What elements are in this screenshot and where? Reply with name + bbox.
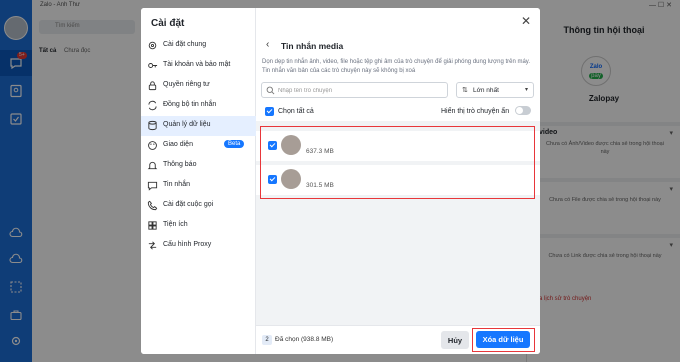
menu-item-proxy[interactable]: Cấu hình Proxy: [141, 236, 256, 256]
chevron-down-icon: ▾: [524, 87, 528, 93]
show-hidden-toggle[interactable]: [515, 106, 531, 115]
selected-summary: Đã chọn (938.8 MB): [275, 336, 334, 343]
menu-item-appearance[interactable]: Giao diện Beta: [141, 136, 256, 156]
menu-item-label: Quyền riêng tư: [163, 81, 210, 88]
palette-icon: [147, 140, 158, 151]
select-all-label: Chọn tất cả: [278, 108, 314, 115]
panel-title: Tin nhắn media: [281, 41, 344, 51]
menu-item-label: Cài đặt cuộc gọi: [163, 201, 214, 208]
gear-icon: [147, 40, 158, 51]
beta-badge: Beta: [224, 140, 245, 148]
menu-item-label: Tiện ích: [163, 221, 188, 228]
cancel-button[interactable]: Hủy: [441, 331, 469, 349]
selected-count-badge: 2: [262, 335, 272, 345]
panel-footer: 2 Đã chọn (938.8 MB) Hủy Xóa dữ liệu: [256, 325, 540, 354]
delete-data-button[interactable]: Xóa dữ liệu: [476, 331, 530, 348]
menu-item-label: Thông báo: [163, 161, 197, 168]
settings-title: Cài đặt: [151, 18, 185, 29]
sort-icon: ⇅: [462, 87, 468, 94]
menu-item-messages[interactable]: Tin nhắn: [141, 176, 256, 196]
sort-selected-value: Lớn nhất: [473, 87, 499, 94]
media-messages-panel: ✕ ‹ Tin nhắn media Dọn dẹp tin nhắn ảnh,…: [256, 8, 540, 354]
menu-item-sync[interactable]: Đồng bộ tin nhắn: [141, 96, 256, 116]
panel-description: Dọn dẹp tin nhắn ảnh, video, file hoặc t…: [262, 59, 531, 74]
message-icon: [147, 180, 158, 191]
sync-icon: [147, 100, 158, 111]
select-all-checkbox[interactable]: [265, 107, 274, 116]
settings-sidebar: Cài đặt Cài đặt chung Tài khoản và bảo m…: [141, 8, 256, 354]
lock-icon: [147, 80, 158, 91]
menu-item-label: Tài khoản và bảo mật: [163, 61, 231, 68]
data-icon: [147, 120, 158, 131]
menu-item-privacy[interactable]: Quyền riêng tư: [141, 76, 256, 96]
menu-item-utilities[interactable]: Tiện ích: [141, 216, 256, 236]
menu-item-label: Cài đặt chung: [163, 41, 207, 48]
proxy-icon: [147, 240, 158, 251]
selected-rows-highlight: [260, 126, 535, 199]
conversation-search-input[interactable]: [278, 85, 443, 96]
key-icon: [147, 60, 158, 71]
menu-item-label: Quản lý dữ liệu: [163, 121, 211, 128]
phone-icon: [147, 200, 158, 211]
menu-item-label: Giao diện: [163, 141, 193, 148]
plugin-icon: [147, 220, 158, 231]
show-hidden-label: Hiển thị trò chuyện ẩn: [441, 108, 510, 115]
settings-modal: Cài đặt Cài đặt chung Tài khoản và bảo m…: [141, 8, 540, 354]
menu-item-general[interactable]: Cài đặt chung: [141, 36, 256, 56]
close-icon[interactable]: ✕: [521, 14, 531, 28]
sort-dropdown[interactable]: ⇅ Lớn nhất ▾: [456, 82, 534, 98]
menu-item-data-management[interactable]: Quản lý dữ liệu: [141, 116, 256, 136]
menu-item-label: Đồng bộ tin nhắn: [163, 101, 217, 108]
menu-item-label: Tin nhắn: [163, 181, 190, 188]
menu-item-label: Cấu hình Proxy: [163, 241, 212, 248]
bell-icon: [147, 160, 158, 171]
menu-item-account[interactable]: Tài khoản và bảo mật: [141, 56, 256, 76]
delete-button-highlight: Xóa dữ liệu: [472, 328, 535, 352]
conversation-search-box: [261, 82, 448, 98]
search-icon: [266, 86, 275, 95]
menu-item-notifications[interactable]: Thông báo: [141, 156, 256, 176]
back-chevron-icon[interactable]: ‹: [266, 39, 269, 50]
menu-item-call-settings[interactable]: Cài đặt cuộc gọi: [141, 196, 256, 216]
